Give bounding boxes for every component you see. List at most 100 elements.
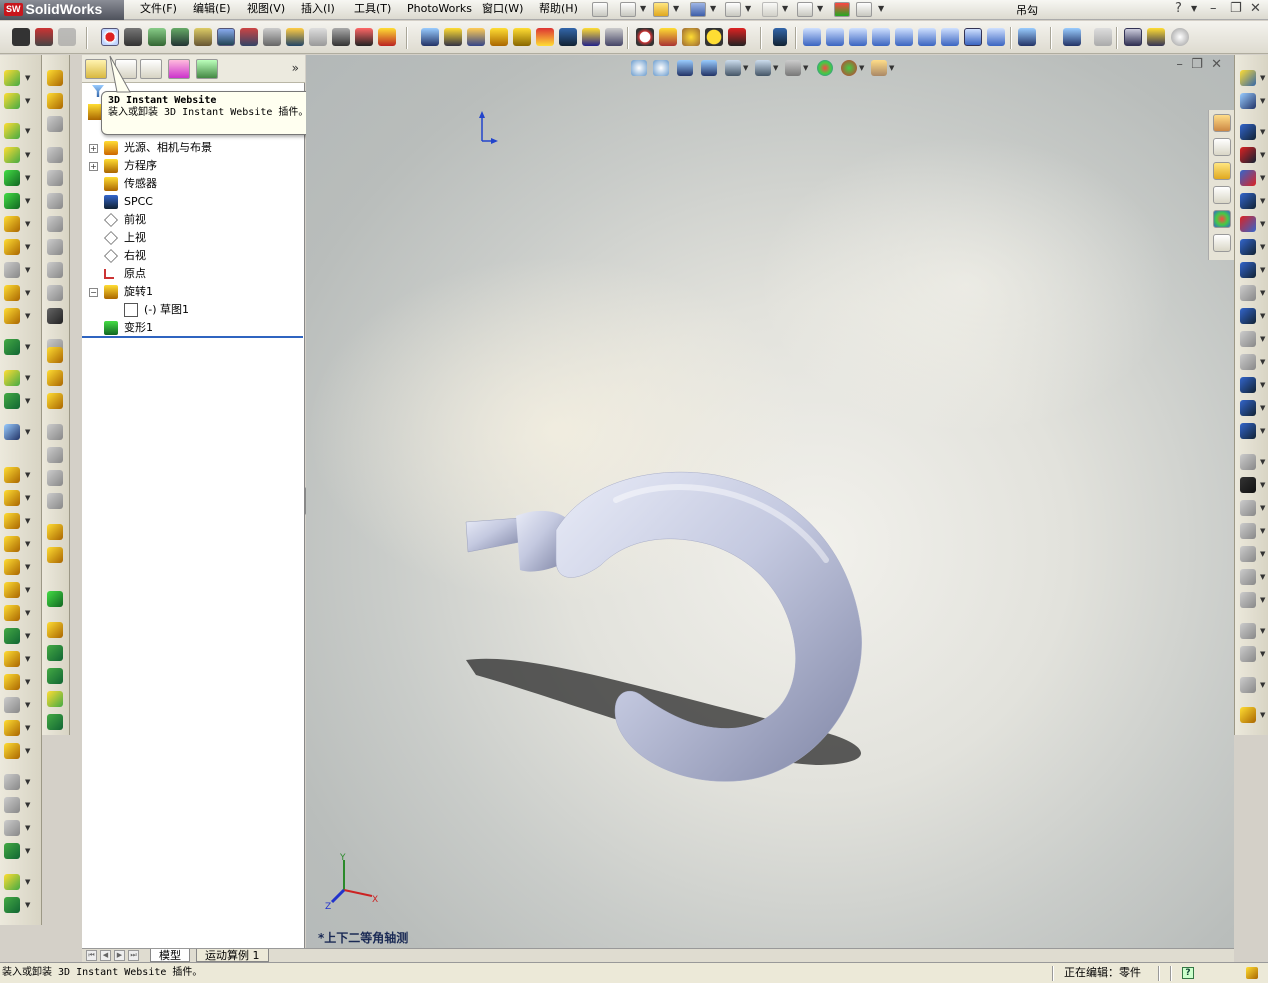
render-options-icon[interactable]	[58, 28, 76, 46]
previous-tab-icon[interactable]: ◀	[100, 950, 111, 961]
view-back-icon[interactable]	[826, 28, 844, 46]
measure-icon[interactable]	[444, 28, 462, 46]
chevron-down-icon[interactable]: ▼	[1260, 596, 1265, 604]
tree-icon[interactable]	[194, 28, 212, 46]
chevron-down-icon[interactable]: ▼	[1260, 627, 1265, 635]
loop-icon[interactable]	[1094, 28, 1112, 46]
view-right-icon[interactable]	[872, 28, 890, 46]
chevron-down-icon[interactable]: ▼	[25, 878, 30, 886]
appearances-icon[interactable]	[1213, 210, 1231, 228]
chevron-down-icon[interactable]: ▼	[1260, 97, 1265, 105]
chevron-down-icon[interactable]: ▼	[673, 4, 679, 13]
layout-icon[interactable]	[1147, 28, 1165, 46]
chamfer-tool-icon[interactable]	[47, 216, 63, 232]
point-icon[interactable]	[1240, 377, 1256, 393]
pin-icon[interactable]	[592, 2, 608, 17]
chevron-down-icon[interactable]: ▼	[25, 471, 30, 479]
linear-pattern-icon[interactable]	[4, 339, 20, 355]
chevron-down-icon[interactable]: ▼	[25, 517, 30, 525]
view-isometric-icon[interactable]	[941, 28, 959, 46]
dome-tool-icon[interactable]	[47, 239, 63, 255]
rectangle-icon[interactable]	[1240, 147, 1256, 163]
block-icon[interactable]	[124, 28, 142, 46]
hole-wizard-icon[interactable]	[47, 93, 63, 109]
chevron-down-icon[interactable]: ▼	[1260, 312, 1265, 320]
tree-item[interactable]: (-) 草图1	[82, 301, 302, 319]
menu-help[interactable]: 帮助(H)	[539, 2, 578, 16]
view-orientation-icon[interactable]	[725, 60, 741, 76]
chevron-down-icon[interactable]: ▼	[743, 64, 748, 72]
tab-feature-manager[interactable]	[85, 59, 107, 79]
chevron-down-icon[interactable]: ▼	[1260, 289, 1265, 297]
mass-properties-icon[interactable]	[536, 28, 554, 46]
chevron-down-icon[interactable]: ▼	[25, 494, 30, 502]
sigma-icon[interactable]	[559, 28, 577, 46]
chevron-down-icon[interactable]: ▼	[25, 374, 30, 382]
help-icon[interactable]: ?	[1175, 1, 1182, 16]
chevron-down-icon[interactable]: ▼	[25, 266, 30, 274]
flex-icon[interactable]	[4, 605, 20, 621]
chevron-down-icon[interactable]: ▼	[1260, 404, 1265, 412]
thicken-icon[interactable]	[4, 697, 20, 713]
chevron-down-icon[interactable]: ▼	[1260, 711, 1265, 719]
shell-icon[interactable]	[4, 490, 20, 506]
help-status-icon[interactable]: ?	[1182, 967, 1194, 979]
minimize-icon[interactable]: –	[1210, 1, 1217, 16]
mirror-entities-icon[interactable]	[1240, 454, 1256, 470]
view-trimetric-icon[interactable]	[964, 28, 982, 46]
view-dimetric-icon[interactable]	[987, 28, 1005, 46]
move-face-icon[interactable]	[4, 774, 20, 790]
slot-icon[interactable]	[1240, 170, 1256, 186]
chevron-down-icon[interactable]: ▼	[1260, 573, 1265, 581]
pin-tool-icon[interactable]	[332, 28, 350, 46]
indent-icon[interactable]	[4, 651, 20, 667]
chevron-down-icon[interactable]: ▼	[1260, 504, 1265, 512]
rapid-sketch-icon[interactable]	[1240, 707, 1256, 723]
tab-dimxpert-manager[interactable]	[168, 59, 190, 79]
chevron-down-icon[interactable]: ▼	[25, 747, 30, 755]
previous-view-icon[interactable]	[677, 60, 693, 76]
chevron-down-icon[interactable]: ▼	[1260, 681, 1265, 689]
design-library-icon[interactable]	[1213, 138, 1231, 156]
curve-driven-icon[interactable]	[47, 424, 63, 440]
combine-icon[interactable]	[4, 720, 20, 736]
chevron-down-icon[interactable]: ▼	[1260, 220, 1265, 228]
rib-tool-icon[interactable]	[47, 147, 63, 163]
frame-icon[interactable]	[1124, 28, 1142, 46]
gauge-icon[interactable]	[636, 28, 654, 46]
chevron-down-icon[interactable]: ▼	[25, 901, 30, 909]
chevron-down-icon[interactable]: ▼	[25, 540, 30, 548]
chevron-down-icon[interactable]: ▼	[25, 801, 30, 809]
sensor-icon[interactable]	[659, 28, 677, 46]
save-icon[interactable]	[690, 2, 706, 17]
view-left-icon[interactable]	[849, 28, 867, 46]
composite-curve-icon[interactable]	[47, 645, 63, 661]
chevron-down-icon[interactable]: ▼	[745, 4, 751, 13]
tree-item[interactable]: 右视	[82, 247, 302, 265]
new-document-icon[interactable]	[620, 2, 636, 17]
fillet-icon[interactable]	[4, 285, 20, 301]
chevron-down-icon[interactable]: ▼	[889, 64, 894, 72]
chevron-down-icon[interactable]: ▼	[25, 289, 30, 297]
menu-view[interactable]: 视图(V)	[247, 2, 285, 16]
table-driven-icon[interactable]	[47, 447, 63, 463]
camera-icon[interactable]	[12, 28, 30, 46]
check-icon[interactable]	[148, 28, 166, 46]
normal-to-icon[interactable]	[773, 28, 787, 46]
checklist-icon[interactable]	[513, 28, 531, 46]
chevron-down-icon[interactable]: ▼	[859, 64, 864, 72]
rib-icon[interactable]	[4, 467, 20, 483]
collapse-icon[interactable]: −	[89, 288, 98, 297]
mirror-icon[interactable]	[47, 70, 63, 86]
shell-tool-icon[interactable]	[47, 116, 63, 132]
chevron-down-icon[interactable]: ▼	[1260, 197, 1265, 205]
mirror-feature-icon[interactable]	[47, 524, 63, 540]
pattern-tool-icon[interactable]	[47, 393, 63, 409]
instant3d-icon[interactable]	[4, 424, 20, 440]
grid-icon[interactable]	[378, 28, 396, 46]
linear-sketch-pattern-icon[interactable]	[1240, 569, 1256, 585]
tree-item[interactable]: SPCC	[82, 193, 302, 211]
extruded-cut-icon[interactable]	[4, 193, 20, 209]
edit-appearance-icon[interactable]	[817, 60, 833, 76]
home-icon[interactable]	[1213, 114, 1231, 132]
